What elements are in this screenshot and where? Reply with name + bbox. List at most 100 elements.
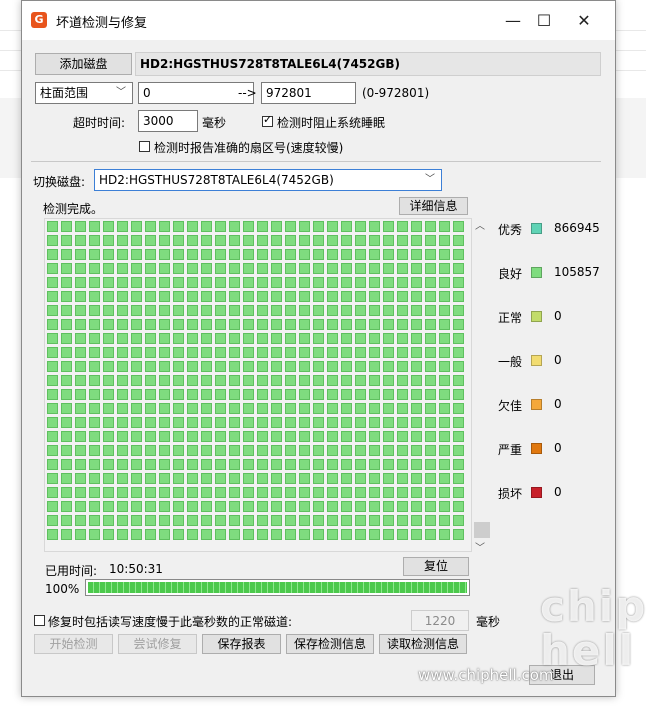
sector-cell [243, 375, 254, 386]
sector-cell [243, 487, 254, 498]
sector-cell [341, 487, 352, 498]
sector-cell [425, 389, 436, 400]
sector-cell [173, 487, 184, 498]
sector-cell [201, 515, 212, 526]
sector-cell [201, 501, 212, 512]
sector-cell [341, 375, 352, 386]
sector-cell [425, 347, 436, 358]
sector-cell [327, 305, 338, 316]
maximize-icon[interactable]: ☐ [529, 7, 559, 35]
reset-button[interactable]: 复位 [403, 557, 469, 576]
close-icon[interactable]: ✕ [569, 7, 599, 35]
sector-cell [453, 277, 464, 288]
sector-cell [215, 487, 226, 498]
progress-percent: 100% [45, 582, 80, 596]
scrollbar-thumb[interactable] [474, 522, 490, 538]
sector-cell [439, 431, 450, 442]
sector-cell [145, 221, 156, 232]
range-mode-select[interactable]: 柱面范围 ﹀ [35, 82, 133, 104]
sector-cell [271, 417, 282, 428]
sector-cell [75, 459, 86, 470]
prevent-sleep-checkbox[interactable] [262, 113, 273, 127]
repair-slow-checkbox[interactable] [34, 615, 45, 626]
sector-cell [131, 389, 142, 400]
sector-cell [215, 221, 226, 232]
sector-cell [145, 333, 156, 344]
sector-cell [271, 445, 282, 456]
sector-cell [299, 347, 310, 358]
legend-label: 正常 [498, 311, 523, 325]
sector-cell [341, 403, 352, 414]
read-info-button[interactable]: 读取检测信息 [379, 634, 467, 654]
sector-cell [117, 459, 128, 470]
save-report-button[interactable]: 保存报表 [202, 634, 281, 654]
sector-cell [439, 445, 450, 456]
sector-cell [47, 221, 58, 232]
scroll-up-icon[interactable]: ︿ [475, 217, 485, 232]
sector-cell [229, 249, 240, 260]
start-scan-button[interactable]: 开始检测 [34, 634, 113, 654]
scroll-down-icon[interactable]: ﹀ [475, 539, 485, 554]
sector-cell [117, 403, 128, 414]
sector-cell [187, 473, 198, 484]
range-end-input[interactable]: 972801 [261, 82, 356, 104]
try-repair-button[interactable]: 尝试修复 [118, 634, 197, 654]
sector-cell [439, 389, 450, 400]
sector-cell [383, 333, 394, 344]
sector-cell [61, 487, 72, 498]
sector-cell [61, 473, 72, 484]
sector-cell [89, 319, 100, 330]
watermark-url: www.chiphell.com [418, 666, 554, 684]
sector-cell [383, 347, 394, 358]
details-button[interactable]: 详细信息 [399, 197, 468, 215]
sector-cell [383, 487, 394, 498]
sector-cell [411, 529, 422, 540]
sector-cell [369, 431, 380, 442]
sector-cell [285, 515, 296, 526]
sector-cell [47, 515, 58, 526]
repair-ms-input[interactable]: 1220 [411, 610, 469, 631]
legend-swatch [531, 487, 542, 498]
sector-cell [453, 459, 464, 470]
sector-cell [173, 361, 184, 372]
sector-cell [117, 431, 128, 442]
sector-cell [89, 459, 100, 470]
sector-cell [453, 389, 464, 400]
sector-cell [439, 403, 450, 414]
sector-cell [243, 417, 254, 428]
sector-cell [299, 487, 310, 498]
sector-cell [89, 263, 100, 274]
sector-cell [117, 361, 128, 372]
sector-cell [47, 445, 58, 456]
sector-cell [453, 347, 464, 358]
sector-cell [131, 487, 142, 498]
sector-cell [61, 403, 72, 414]
sector-cell [173, 445, 184, 456]
switch-disk-select[interactable]: HD2:HGSTHUS728T8TALE6L4(7452GB) ﹀ [94, 169, 442, 191]
sector-cell [61, 221, 72, 232]
sector-cell [425, 375, 436, 386]
minimize-icon[interactable]: — [498, 7, 528, 35]
report-sector-checkbox[interactable] [139, 141, 150, 152]
sector-cell [145, 347, 156, 358]
sector-cell [341, 445, 352, 456]
sector-cell [159, 501, 170, 512]
save-info-button[interactable]: 保存检测信息 [286, 634, 374, 654]
sector-cell [313, 403, 324, 414]
sector-cell [271, 333, 282, 344]
range-start-input[interactable]: 0 [138, 82, 254, 104]
timeout-input[interactable]: 3000 [138, 110, 198, 132]
sector-cell [341, 529, 352, 540]
sector-cell [271, 431, 282, 442]
add-disk-button[interactable]: 添加磁盘 [35, 53, 132, 75]
disk-name-bar: HD2:HGSTHUS728T8TALE6L4(7452GB) [135, 52, 601, 76]
sector-cell [187, 221, 198, 232]
sector-cell [159, 291, 170, 302]
sector-cell [145, 291, 156, 302]
sector-cell [397, 389, 408, 400]
sector-cell [243, 263, 254, 274]
sector-cell [327, 389, 338, 400]
sector-cell [327, 277, 338, 288]
sector-cell [61, 529, 72, 540]
sector-cell [299, 431, 310, 442]
